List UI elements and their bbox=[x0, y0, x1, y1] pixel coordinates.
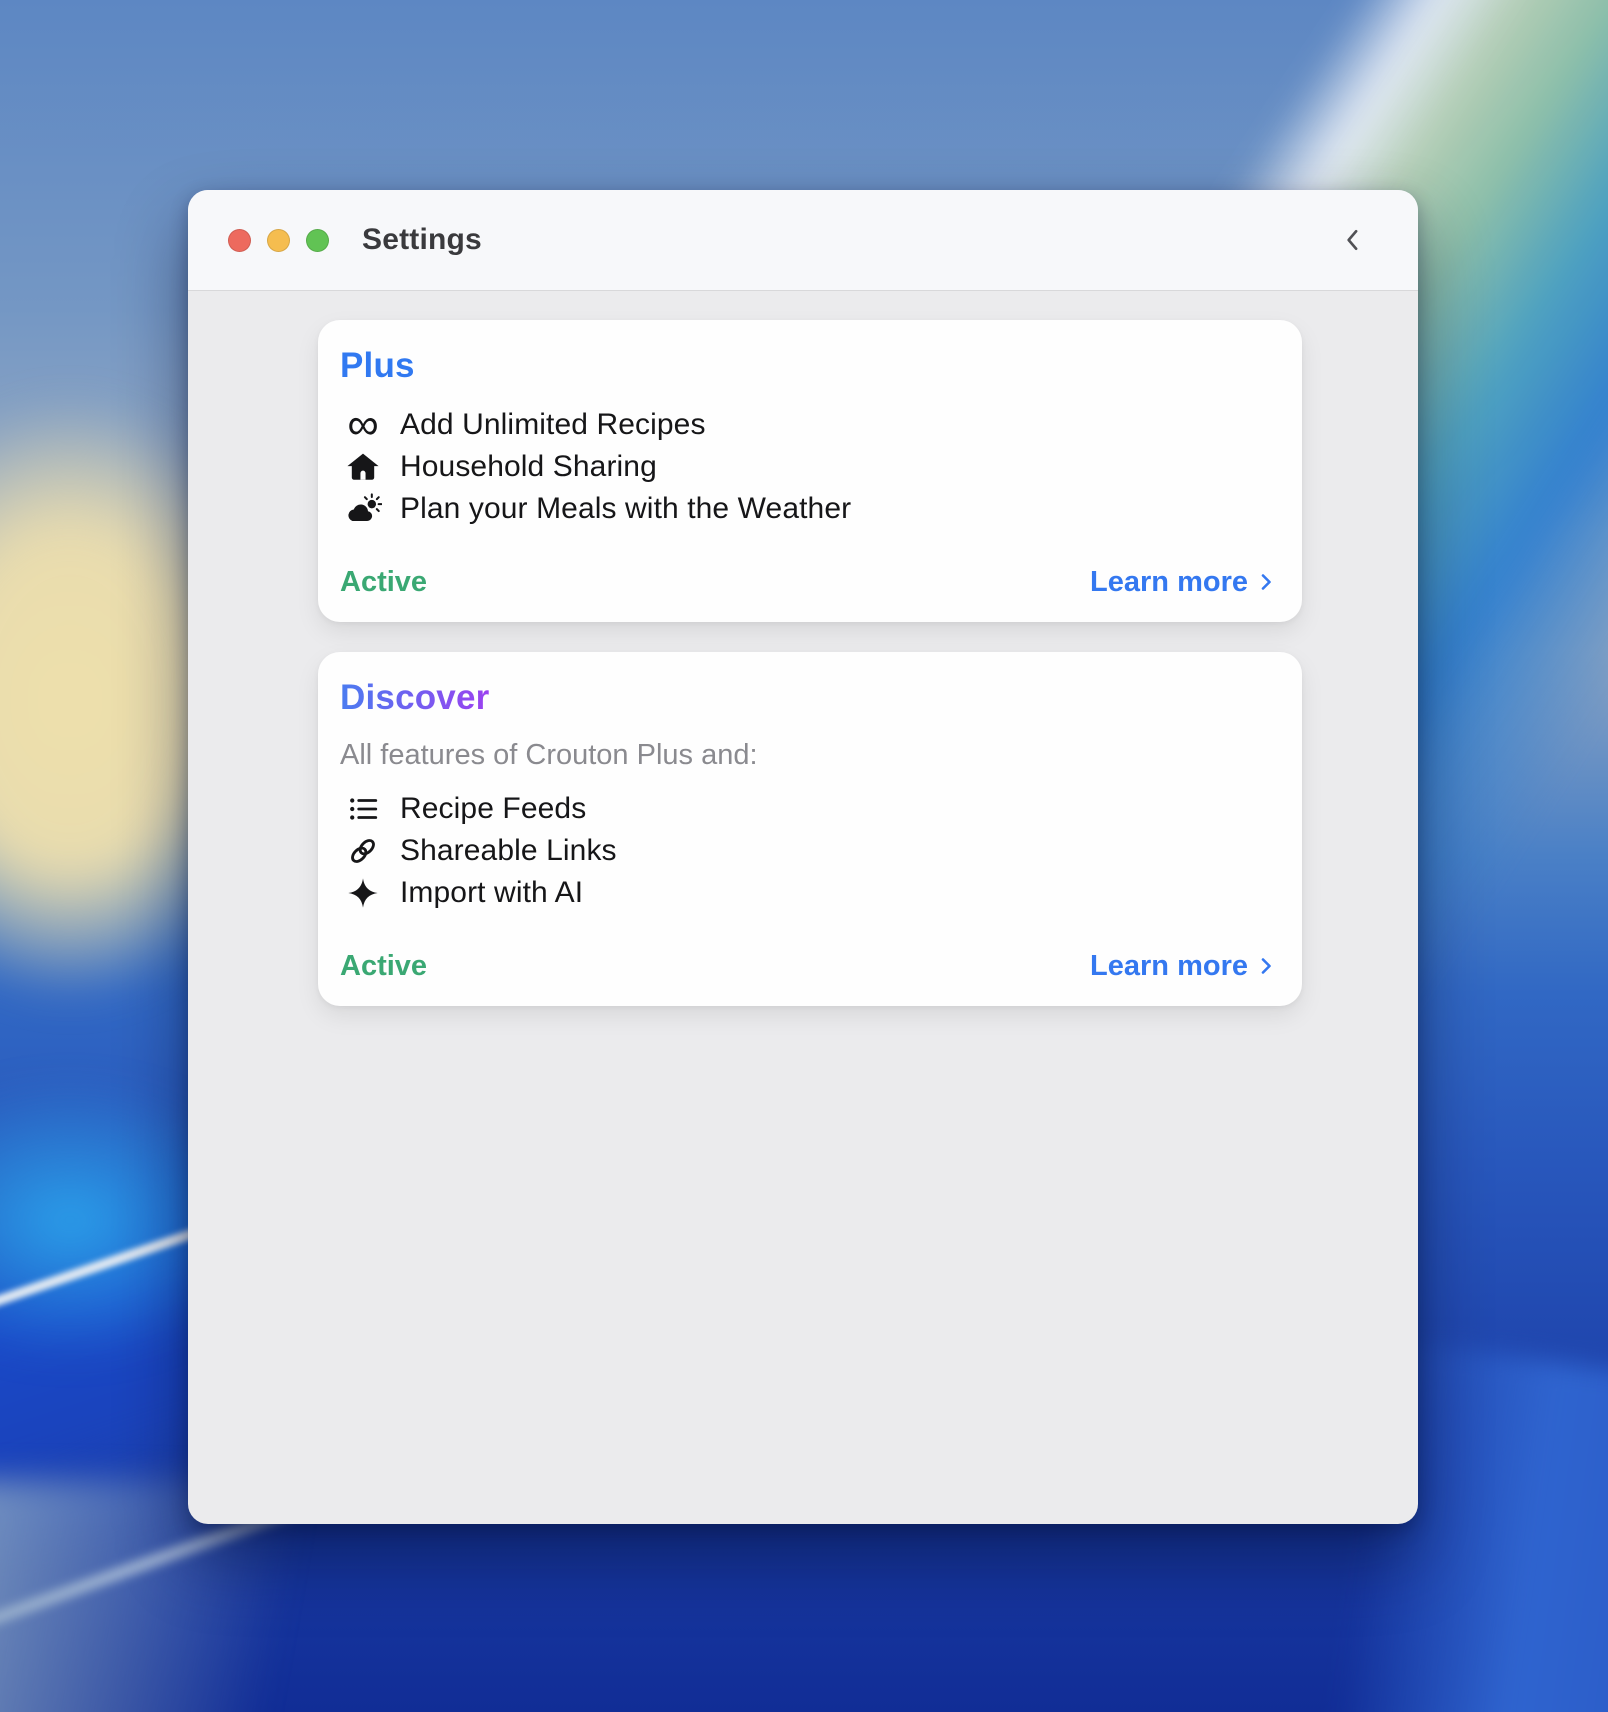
feature-label: Plan your Meals with the Weather bbox=[400, 492, 852, 525]
learn-more-button[interactable]: Learn more bbox=[1090, 950, 1278, 983]
link-icon bbox=[340, 834, 386, 868]
house-icon bbox=[340, 450, 386, 484]
close-button[interactable] bbox=[228, 228, 251, 252]
plus-card-title: Plus bbox=[340, 346, 415, 385]
discover-card: Discover All features of Crouton Plus an… bbox=[318, 652, 1302, 1006]
discover-card-subtitle: All features of Crouton Plus and: bbox=[340, 739, 758, 771]
discover-card-title: Discover bbox=[340, 676, 489, 720]
settings-content: Plus ∞ Add Unlimited Recipes Household S… bbox=[188, 320, 1418, 1006]
plus-card-footer: Active Learn more bbox=[340, 564, 1278, 600]
learn-more-label: Learn more bbox=[1090, 565, 1248, 598]
feature-row: Plan your Meals with the Weather bbox=[340, 488, 1278, 530]
feature-label: Recipe Feeds bbox=[400, 792, 587, 825]
feature-row: Import with AI bbox=[340, 872, 1278, 914]
window-title: Settings bbox=[362, 223, 482, 256]
infinity-icon: ∞ bbox=[347, 400, 379, 449]
learn-more-label: Learn more bbox=[1090, 949, 1248, 982]
cloud-sun-icon bbox=[340, 492, 386, 526]
status-badge: Active bbox=[340, 949, 428, 982]
list-icon bbox=[340, 792, 386, 826]
feature-row: Shareable Links bbox=[340, 830, 1278, 872]
feature-row: ∞ Add Unlimited Recipes bbox=[340, 400, 1278, 449]
minimize-button[interactable] bbox=[267, 228, 290, 252]
feature-label: Add Unlimited Recipes bbox=[400, 408, 706, 441]
feature-label: Household Sharing bbox=[400, 450, 657, 483]
feature-row: Household Sharing bbox=[340, 446, 1278, 488]
traffic-lights bbox=[228, 228, 329, 252]
chevron-left-icon bbox=[1338, 223, 1368, 257]
back-button[interactable] bbox=[1332, 217, 1374, 263]
plus-feature-list: ∞ Add Unlimited Recipes Household Sharin… bbox=[340, 400, 1278, 530]
learn-more-button[interactable]: Learn more bbox=[1090, 566, 1278, 599]
status-badge: Active bbox=[340, 565, 428, 598]
feature-label: Shareable Links bbox=[400, 834, 617, 867]
chevron-right-icon bbox=[1254, 951, 1278, 981]
feature-row: Recipe Feeds bbox=[340, 788, 1278, 830]
discover-card-footer: Active Learn more bbox=[340, 948, 1278, 984]
chevron-right-icon bbox=[1254, 567, 1278, 597]
feature-label: Import with AI bbox=[400, 876, 584, 909]
sparkle-icon bbox=[340, 877, 386, 909]
titlebar: Settings bbox=[188, 190, 1418, 291]
zoom-button[interactable] bbox=[306, 228, 329, 252]
discover-feature-list: Recipe Feeds Shareable Links Import with… bbox=[340, 788, 1278, 914]
plus-card: Plus ∞ Add Unlimited Recipes Household S… bbox=[318, 320, 1302, 622]
settings-window: Settings Plus ∞ Add Unlimited Recipes Ho… bbox=[188, 190, 1418, 1524]
